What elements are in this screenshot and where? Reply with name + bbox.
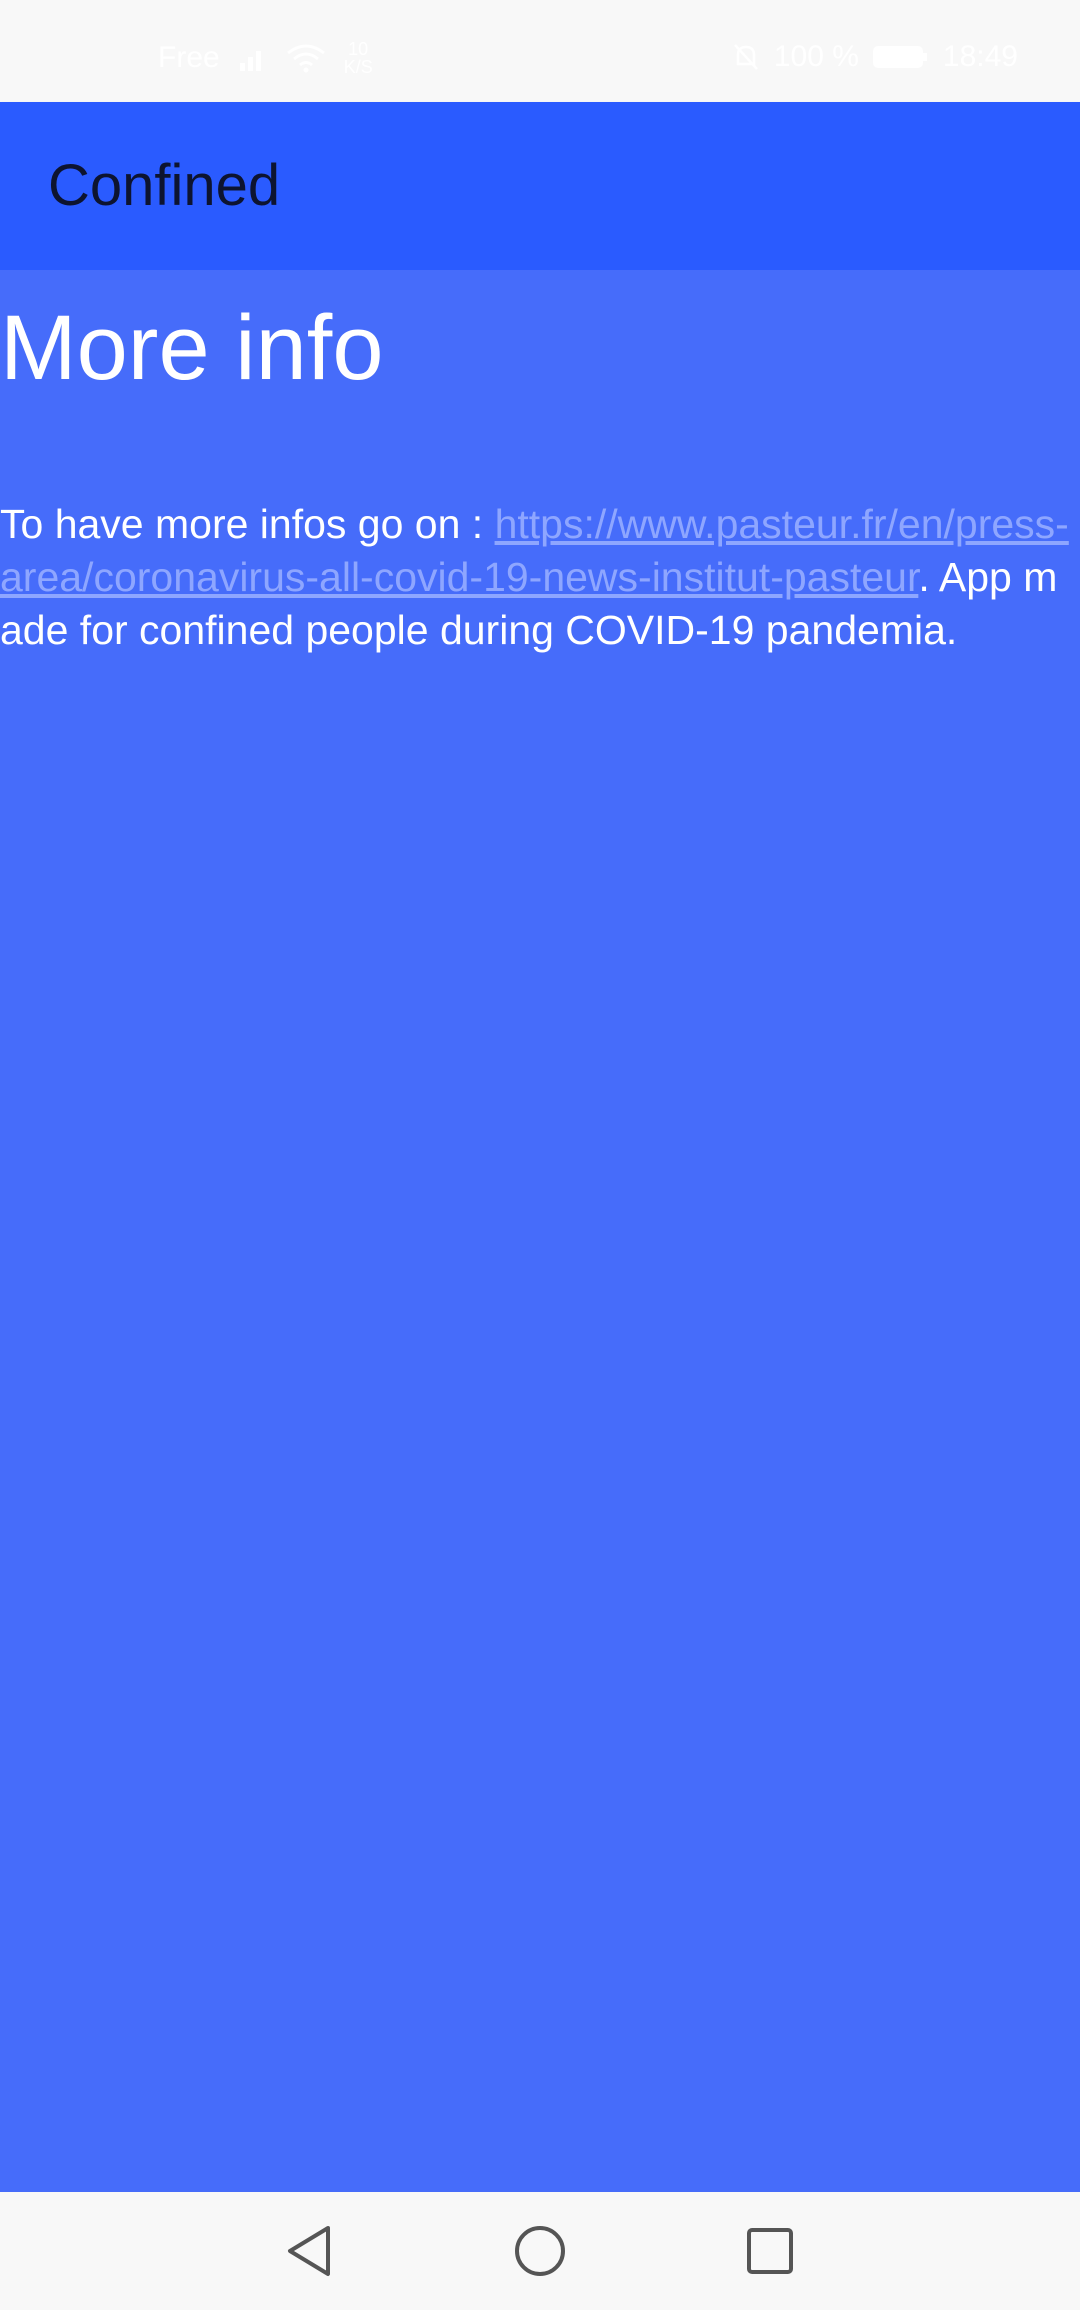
home-button[interactable] bbox=[509, 2220, 571, 2282]
app-bar: Confined bbox=[0, 102, 1080, 270]
battery-icon bbox=[872, 44, 929, 70]
back-button[interactable] bbox=[278, 2220, 340, 2282]
signal-icon bbox=[238, 45, 268, 71]
info-paragraph: To have more infos go on : https://www.p… bbox=[0, 498, 1070, 657]
recent-apps-icon bbox=[747, 2228, 793, 2274]
network-speed-unit: K/S bbox=[343, 57, 373, 77]
network-speed-value: 10 bbox=[348, 39, 369, 59]
status-left: Free 10 K/S bbox=[158, 40, 373, 76]
status-right: 100 % 18:49 bbox=[732, 40, 1018, 74]
back-icon bbox=[288, 2226, 330, 2276]
wifi-icon bbox=[286, 43, 326, 73]
battery-percent: 100 % bbox=[773, 40, 859, 73]
nav-bar bbox=[0, 2192, 1080, 2310]
main-content: More info To have more infos go on : htt… bbox=[0, 270, 1080, 2192]
page-heading: More info bbox=[0, 297, 384, 399]
status-bar: Free 10 K/S 100 % 18:49 bbox=[0, 0, 1080, 102]
clock: 18:49 bbox=[942, 40, 1018, 73]
home-icon bbox=[515, 2226, 565, 2276]
alarm-off-icon bbox=[732, 42, 760, 72]
recent-apps-button[interactable] bbox=[739, 2220, 801, 2282]
info-text-before: To have more infos go on : bbox=[0, 501, 495, 547]
carrier-label: Free bbox=[158, 41, 220, 74]
app-title: Confined bbox=[48, 153, 281, 218]
network-speed: 10 K/S bbox=[344, 40, 373, 76]
